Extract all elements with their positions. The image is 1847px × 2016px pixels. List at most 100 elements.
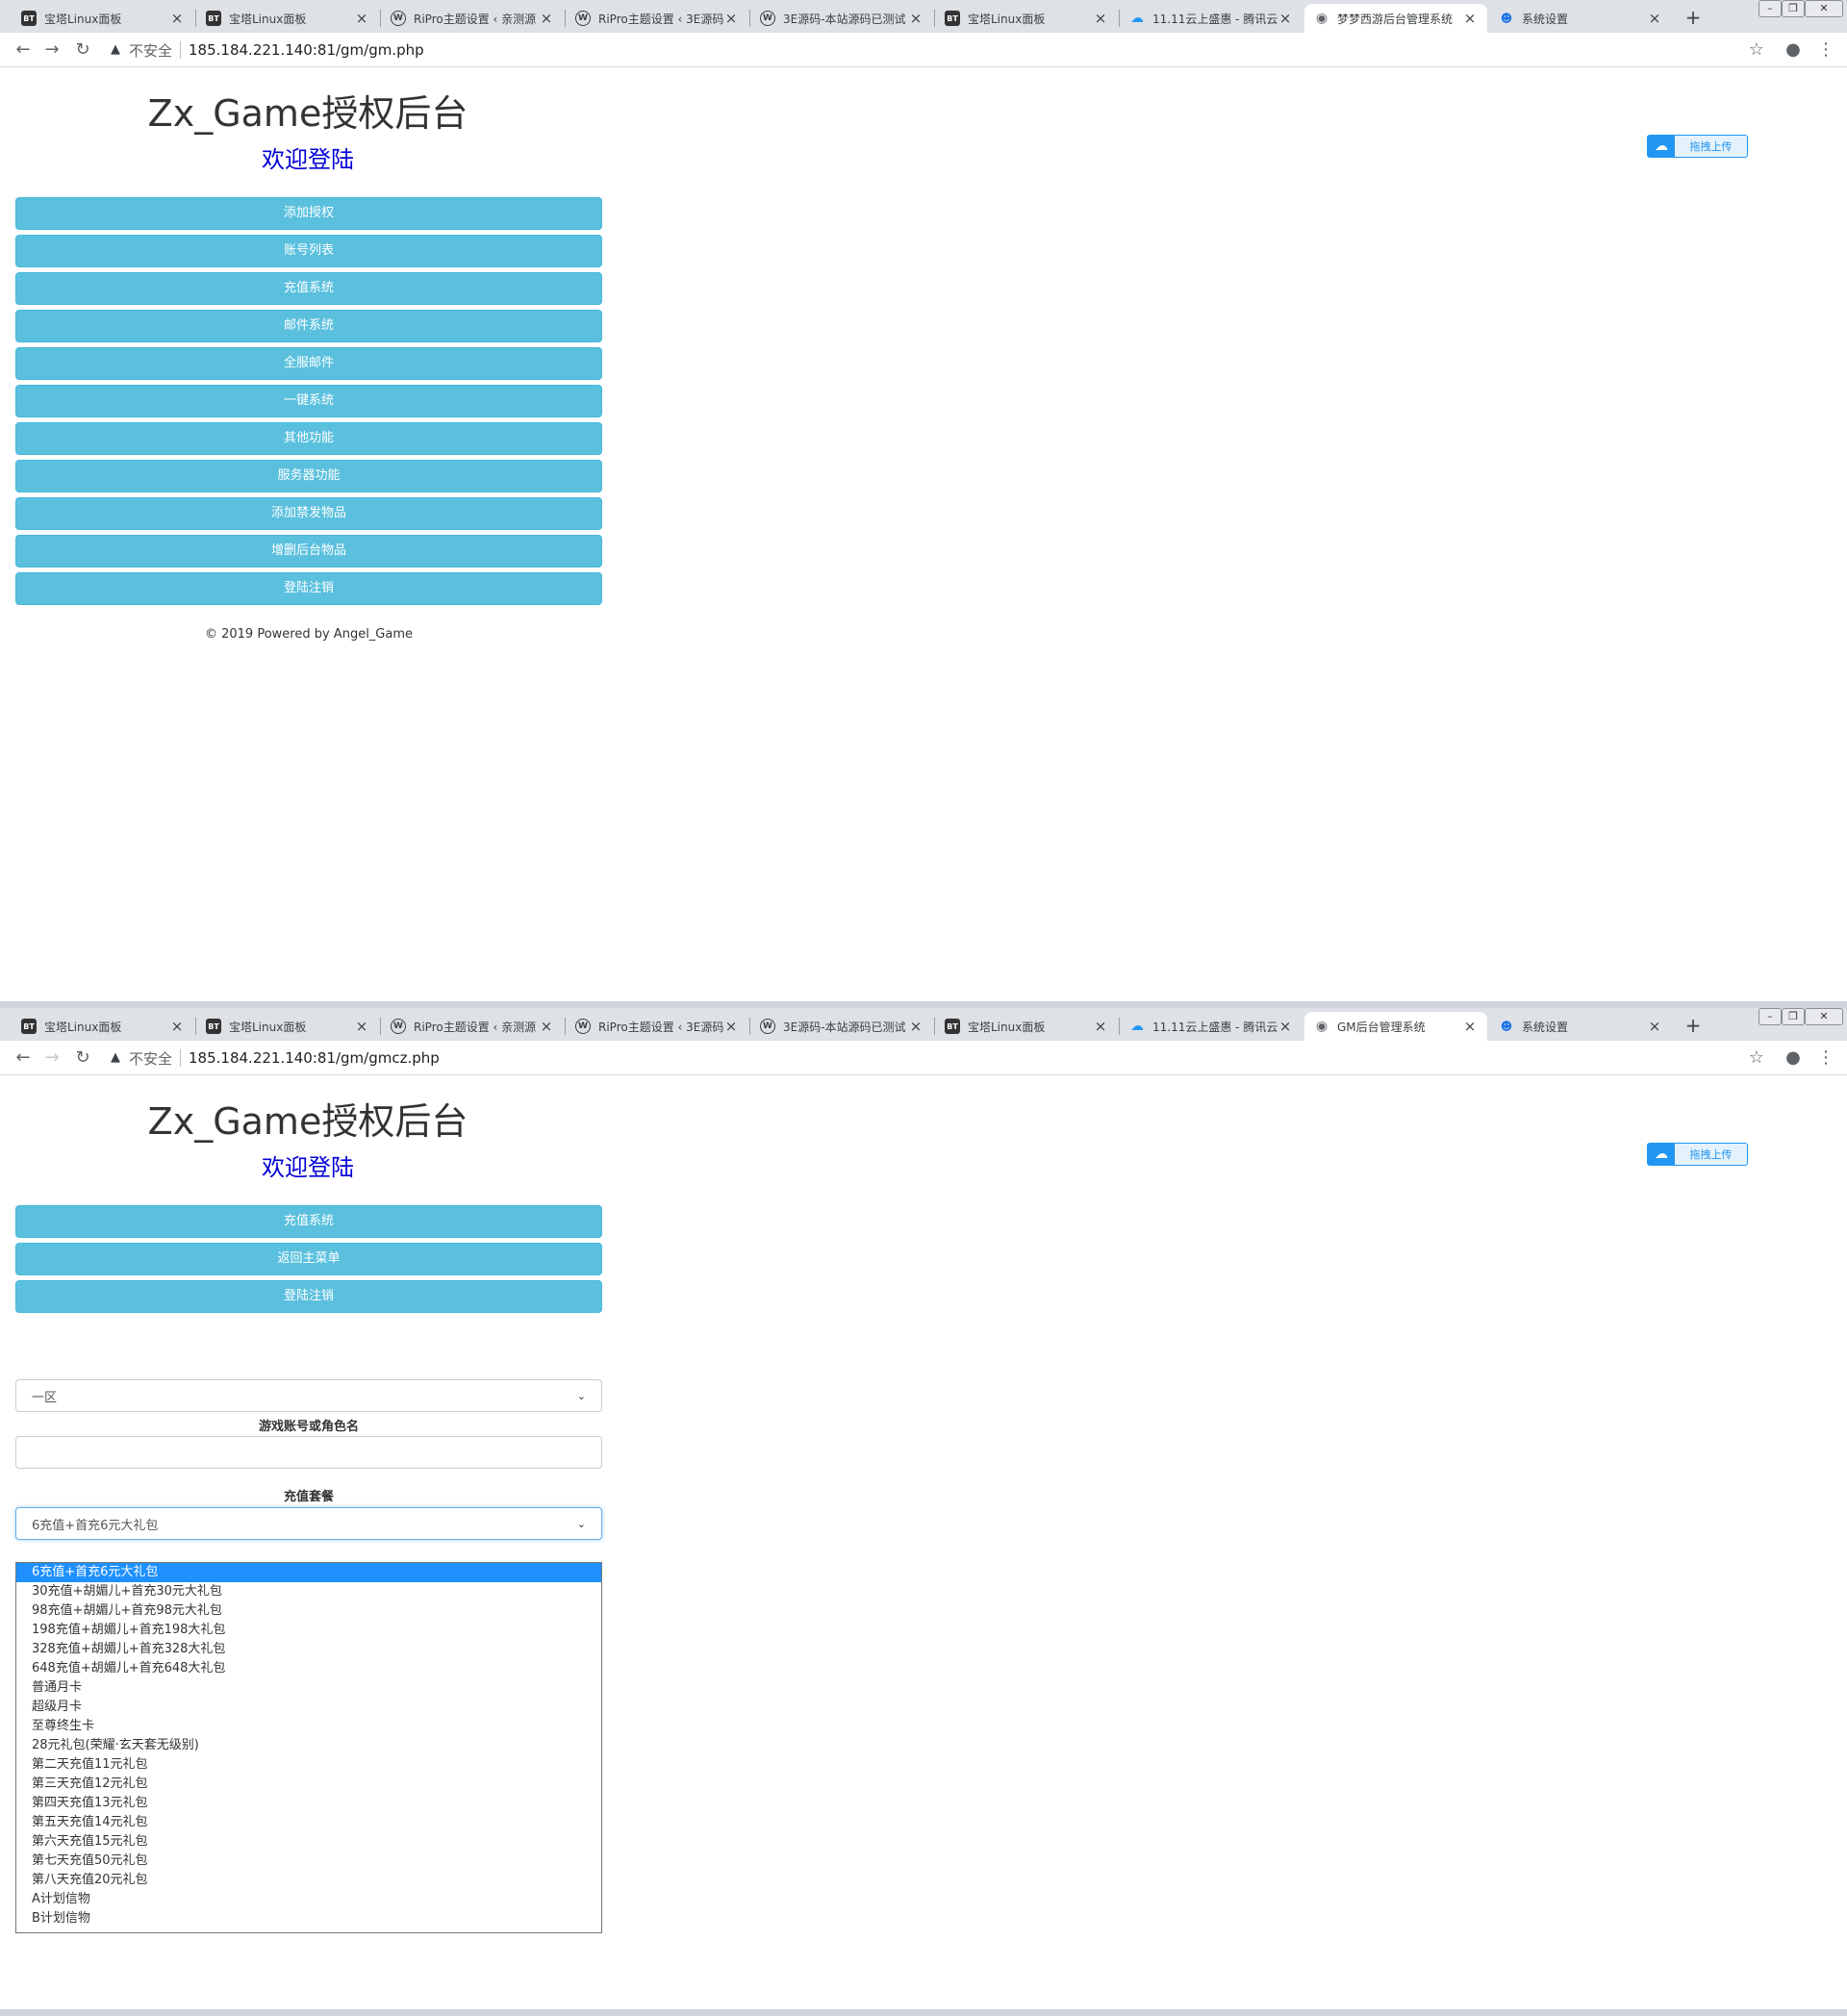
restore-icon[interactable]: ❐ [1782, 1008, 1805, 1025]
close-window-icon[interactable]: ✕ [1805, 1008, 1843, 1025]
package-option[interactable]: 普通月卡 [16, 1678, 601, 1698]
tab-5[interactable]: W 3E源码-本站源码已测试 × [750, 4, 933, 33]
tab-5[interactable]: W 3E源码-本站源码已测试 × [750, 1012, 933, 1041]
address-bar[interactable]: ▲ 不安全 185.184.221.140:81/gm/gm.php [108, 37, 1782, 63]
close-icon[interactable]: × [723, 1018, 739, 1035]
package-option[interactable]: 648充值+胡媚儿+首充648大礼包 [16, 1659, 601, 1678]
close-icon[interactable]: × [1462, 10, 1478, 27]
menu-logout-button[interactable]: 登陆注销 [15, 1280, 602, 1313]
menu-manage-item-button[interactable]: 增删后台物品 [15, 535, 602, 567]
package-option[interactable]: 98充值+胡媚儿+首充98元大礼包 [16, 1601, 601, 1621]
package-option[interactable]: 第五天充值14元礼包 [16, 1813, 601, 1832]
close-icon[interactable]: × [539, 10, 554, 27]
warning-icon[interactable]: ▲ [108, 1050, 123, 1066]
tab-8-active[interactable]: ◉ GM后台管理系统 × [1304, 1012, 1487, 1041]
url-text: 185.184.221.140:81/gm/gm.php [189, 41, 424, 59]
menu-back-main-button[interactable]: 返回主菜单 [15, 1243, 602, 1275]
package-option[interactable]: 第三天充值12元礼包 [16, 1775, 601, 1794]
menu-server-func-button[interactable]: 服务器功能 [15, 460, 602, 492]
more-vert-icon[interactable]: ⋮ [1814, 38, 1837, 62]
profile-icon[interactable]: ● [1782, 1046, 1805, 1070]
menu-mail-button[interactable]: 邮件系统 [15, 310, 602, 342]
warning-icon[interactable]: ▲ [108, 42, 123, 58]
package-select[interactable]: 6充值+首充6元大礼包 ⌄ [15, 1507, 602, 1540]
package-option[interactable]: B计划信物 [16, 1909, 601, 1928]
close-window-icon[interactable]: ✕ [1805, 0, 1843, 17]
minimize-icon[interactable]: – [1758, 1008, 1782, 1025]
star-icon[interactable]: ☆ [1745, 1046, 1768, 1070]
package-option[interactable]: 至尊终生卡 [16, 1717, 601, 1736]
tab-9[interactable]: ☻ 系统设置 × [1489, 4, 1672, 33]
close-icon[interactable]: × [723, 10, 739, 27]
close-icon[interactable]: × [1647, 10, 1662, 27]
tab-3[interactable]: W RiPro主题设置 ‹ 亲测源 × [381, 4, 564, 33]
close-icon[interactable]: × [169, 10, 185, 27]
tab-7[interactable]: ☁ 11.11云上盛惠 - 腾讯云 × [1120, 1012, 1303, 1041]
reload-icon[interactable]: ↻ [71, 38, 94, 62]
menu-server-mail-button[interactable]: 全服邮件 [15, 347, 602, 380]
close-icon[interactable]: × [1093, 1018, 1108, 1035]
menu-other-button[interactable]: 其他功能 [15, 422, 602, 455]
package-option[interactable]: 6充值+首充6元大礼包 [16, 1563, 601, 1582]
arrow-right-icon[interactable]: → [40, 38, 63, 62]
menu-account-list-button[interactable]: 账号列表 [15, 235, 602, 267]
tab-6[interactable]: BT 宝塔Linux面板 × [935, 4, 1118, 33]
close-icon[interactable]: × [1278, 1018, 1293, 1035]
package-option[interactable]: 328充值+胡媚儿+首充328大礼包 [16, 1640, 601, 1659]
server-select[interactable]: 一区 ⌄ [15, 1379, 602, 1412]
tab-9[interactable]: ☻ 系统设置 × [1489, 1012, 1672, 1041]
tab-1[interactable]: BT 宝塔Linux面板 × [12, 1012, 194, 1041]
menu-add-auth-button[interactable]: 添加授权 [15, 197, 602, 230]
package-option[interactable]: A计划信物 [16, 1890, 601, 1909]
package-option[interactable]: 28元礼包(荣耀·玄天套无级别) [16, 1736, 601, 1755]
arrow-left-icon[interactable]: ← [12, 38, 35, 62]
arrow-left-icon[interactable]: ← [12, 1046, 35, 1070]
close-icon[interactable]: × [354, 1018, 369, 1035]
reload-icon[interactable]: ↻ [71, 1046, 94, 1070]
package-option[interactable]: 第六天充值15元礼包 [16, 1832, 601, 1852]
menu-logout-button[interactable]: 登陆注销 [15, 572, 602, 605]
package-option[interactable]: 30充值+胡媚儿+首充30元大礼包 [16, 1582, 601, 1601]
package-option[interactable]: 第二天充值11元礼包 [16, 1755, 601, 1775]
more-vert-icon[interactable]: ⋮ [1814, 1046, 1837, 1070]
upload-badge[interactable]: ☁ 拖拽上传 [1647, 1143, 1748, 1166]
close-icon[interactable]: × [908, 1018, 924, 1035]
tab-1[interactable]: BT 宝塔Linux面板 × [12, 4, 194, 33]
package-option[interactable]: 第七天充值50元礼包 [16, 1852, 601, 1871]
tab-4[interactable]: W RiPro主题设置 ‹ 3E源码 × [566, 1012, 748, 1041]
package-option[interactable]: 第四天充值13元礼包 [16, 1794, 601, 1813]
tab-7[interactable]: ☁ 11.11云上盛惠 - 腾讯云 × [1120, 4, 1303, 33]
minimize-icon[interactable]: – [1758, 0, 1782, 17]
baidu-cloud-icon: ☁ [1648, 1144, 1675, 1165]
tab-2[interactable]: BT 宝塔Linux面板 × [196, 1012, 379, 1041]
close-icon[interactable]: × [169, 1018, 185, 1035]
tab-4[interactable]: W RiPro主题设置 ‹ 3E源码 × [566, 4, 748, 33]
menu-recharge-button[interactable]: 充值系统 [15, 1205, 602, 1238]
tab-3[interactable]: W RiPro主题设置 ‹ 亲测源 × [381, 1012, 564, 1041]
menu-recharge-button[interactable]: 充值系统 [15, 272, 602, 305]
restore-icon[interactable]: ❐ [1782, 0, 1805, 17]
close-icon[interactable]: × [1462, 1018, 1478, 1035]
close-icon[interactable]: × [1093, 10, 1108, 27]
close-icon[interactable]: × [1278, 10, 1293, 27]
package-option[interactable]: 第八天充值20元礼包 [16, 1871, 601, 1890]
globe-icon: ◉ [1315, 11, 1328, 26]
close-icon[interactable]: × [354, 10, 369, 27]
close-icon[interactable]: × [1647, 1018, 1662, 1035]
menu-one-key-button[interactable]: 一键系统 [15, 385, 602, 417]
tab-8-active[interactable]: ◉ 梦梦西游后台管理系统 × [1304, 4, 1487, 33]
tab-2[interactable]: BT 宝塔Linux面板 × [196, 4, 379, 33]
package-option[interactable]: 超级月卡 [16, 1698, 601, 1717]
close-icon[interactable]: × [539, 1018, 554, 1035]
address-bar[interactable]: ▲ 不安全 185.184.221.140:81/gm/gmcz.php [108, 1045, 1782, 1071]
new-tab-button[interactable]: + [1682, 1012, 1705, 1039]
close-icon[interactable]: × [908, 10, 924, 27]
package-option[interactable]: 198充值+胡媚儿+首充198大礼包 [16, 1621, 601, 1640]
tab-6[interactable]: BT 宝塔Linux面板 × [935, 1012, 1118, 1041]
star-icon[interactable]: ☆ [1745, 38, 1768, 62]
profile-icon[interactable]: ● [1782, 38, 1805, 62]
new-tab-button[interactable]: + [1682, 4, 1705, 31]
account-input[interactable] [15, 1436, 602, 1469]
menu-ban-item-button[interactable]: 添加禁发物品 [15, 497, 602, 530]
upload-badge[interactable]: ☁ 拖拽上传 [1647, 135, 1748, 158]
